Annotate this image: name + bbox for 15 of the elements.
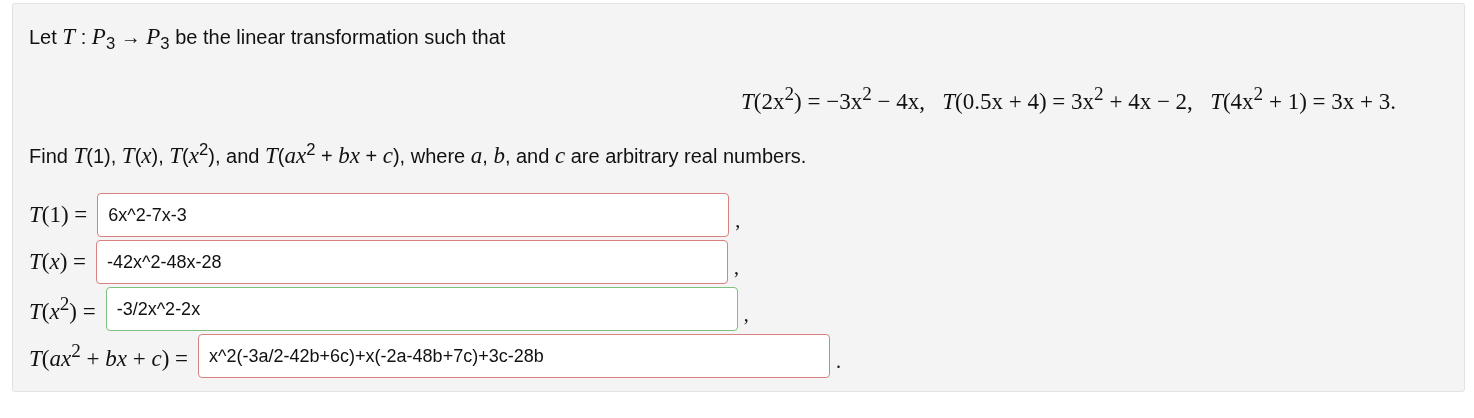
answer-field[interactable]: -3/2x^2-2x	[105, 287, 738, 332]
answer-label: T(1) =	[29, 202, 88, 229]
punctuation-mark: ,	[734, 255, 740, 279]
answer-label: T(x$^{2}$) =	[29, 293, 96, 326]
question-text: Find T(1), T(x), T(x$^{2}$), and T(ax$^{2}$ + bx + c), where a, b, and c are arbitrary real numbers.	[29, 138, 808, 169]
answer-field[interactable]: 6x^2-7x-3	[97, 193, 730, 238]
punctuation-mark: .	[836, 349, 842, 373]
answer-label: T(x) =	[29, 249, 87, 276]
punctuation-mark: ,	[743, 302, 749, 326]
problem-statement: Let T : P$_{3}$ → P$_{3}$ be the linear transformation such that	[29, 24, 507, 55]
punctuation-mark: ,	[735, 208, 741, 232]
given-equations: T(2x$^{2}$) = −3x$^{2}$ − 4x, T(0.5x + 4) = 3x$^{2}$ + 4x − 2, T(4x$^{2}$ + 1) = 3x + 3.	[741, 83, 1396, 115]
answer-field[interactable]: -42x^2-48x-28	[96, 240, 729, 285]
answer-label: T(ax$^{2}$ + bx + c) =	[29, 340, 189, 373]
answer-field[interactable]: x^2(-3a/2-42b+6c)+x(-2a-48b+7c)+3c-28b	[198, 334, 831, 379]
